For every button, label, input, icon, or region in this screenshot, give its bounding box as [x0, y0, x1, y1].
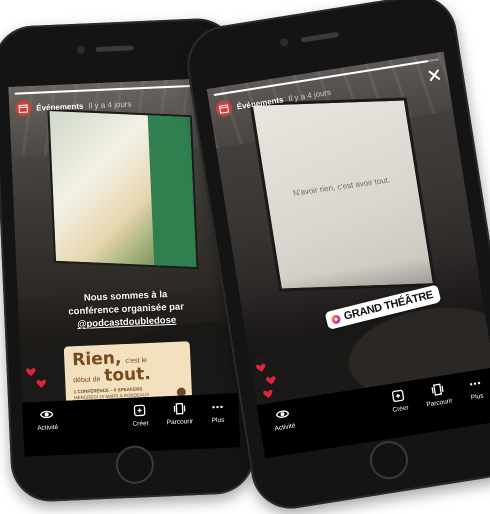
create-label: Créer	[392, 404, 409, 413]
home-button[interactable]	[367, 438, 410, 481]
front-camera	[280, 38, 289, 47]
calendar-icon	[218, 103, 229, 114]
calendar-icon	[18, 103, 28, 113]
eye-icon	[40, 407, 55, 422]
browse-tab[interactable]: Parcourir	[166, 401, 193, 426]
location-pin-icon	[330, 313, 341, 324]
home-button[interactable]	[115, 445, 155, 485]
account-name[interactable]: Événements	[36, 101, 83, 112]
promo-small-text: début de	[73, 376, 101, 385]
story-time: Il y a 4 jours	[288, 87, 332, 103]
create-label: Créer	[132, 420, 149, 428]
create-icon	[133, 403, 148, 418]
create-tab[interactable]: Créer	[389, 388, 409, 414]
browse-icon	[429, 382, 445, 398]
front-camera	[77, 46, 85, 54]
activity-tab[interactable]: Activité	[272, 406, 296, 433]
more-tab[interactable]: Plus	[210, 400, 225, 425]
hearts-decoration	[24, 361, 50, 402]
more-icon	[210, 400, 225, 415]
story-time: Il y a 4 jours	[88, 99, 131, 110]
avatar[interactable]	[15, 100, 32, 117]
eye-icon	[275, 406, 291, 422]
activity-label: Activité	[37, 424, 58, 432]
browse-label: Parcourir	[167, 418, 194, 426]
story-view[interactable]: N'avoir rien, c'est avoir tout. Événemen…	[207, 51, 490, 405]
more-tab[interactable]: Plus	[467, 376, 485, 402]
promo-word: tout.	[104, 366, 151, 385]
browse-tab[interactable]: Parcourir	[423, 381, 453, 409]
speaker-grille	[301, 32, 339, 43]
create-icon	[391, 388, 407, 404]
close-icon[interactable]	[426, 67, 442, 83]
projected-screen	[47, 109, 198, 269]
account-name[interactable]: Événements	[236, 95, 284, 111]
create-tab[interactable]: Créer	[132, 403, 149, 428]
more-label: Plus	[470, 393, 484, 402]
speaker-grille	[96, 45, 134, 52]
projected-text: N'avoir rien, c'est avoir tout.	[276, 173, 406, 200]
more-label: Plus	[212, 417, 225, 425]
right-screen: N'avoir rien, c'est avoir tout. Événemen…	[207, 51, 490, 458]
activity-label: Activité	[274, 422, 296, 432]
activity-tab[interactable]: Activité	[36, 407, 58, 432]
promo-sticker[interactable]: Rien, c'est le début de tout. 1 CONFÉREN…	[64, 341, 192, 402]
story-caption: Nous sommes à la conférence organisée pa…	[37, 286, 215, 333]
more-icon	[467, 376, 483, 392]
browse-icon	[172, 401, 187, 416]
browse-label: Parcourir	[426, 397, 453, 408]
avatar[interactable]	[215, 99, 233, 117]
